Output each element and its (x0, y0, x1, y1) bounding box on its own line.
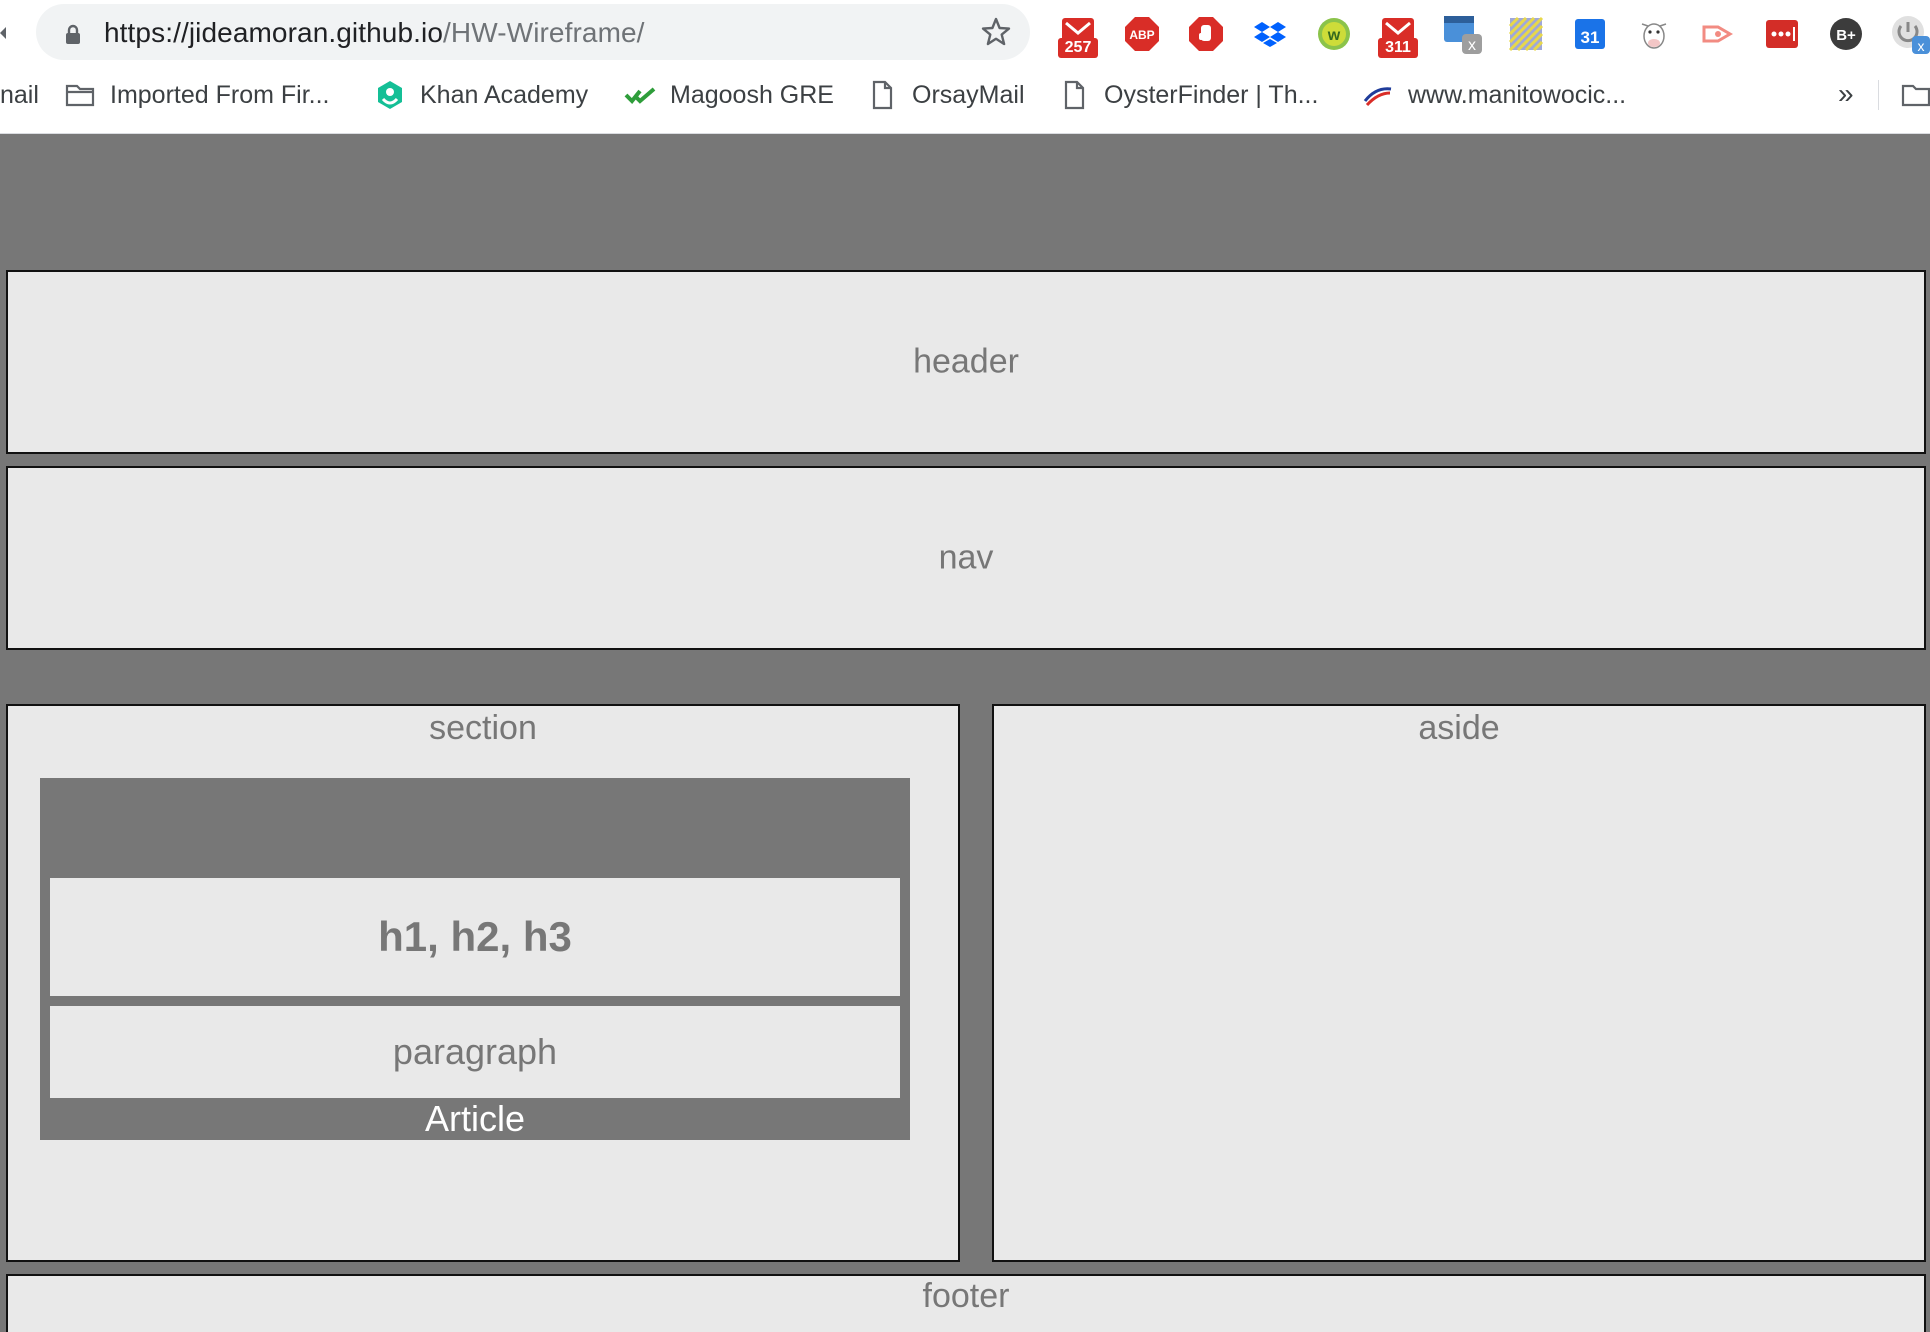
svg-text:B+: B+ (1836, 27, 1856, 44)
gmail-2-badge: 311 (1378, 38, 1418, 58)
bookmark-star-icon[interactable] (980, 16, 1012, 48)
bookmarks-bar: nail Imported From Fir... Khan Academy M… (0, 66, 1930, 134)
footer-box: footer (6, 1274, 1926, 1332)
extensions-bar: 257 ABP w 311 x 31 B+ x (1056, 12, 1930, 58)
bookmark-khan-academy[interactable]: Khan Academy (374, 66, 588, 124)
article-box: h1, h2, h3 paragraph Article (40, 778, 910, 1140)
power-extension-icon[interactable]: x (1888, 12, 1930, 56)
address-bar[interactable]: https://jideamoran.github.io/HW-Wirefram… (36, 4, 1030, 60)
aside-label: aside (1418, 709, 1500, 747)
adblock-hand-icon[interactable] (1184, 12, 1228, 56)
bookmark-mail[interactable]: nail (0, 66, 39, 124)
bookmark-orsaymail[interactable]: OrsayMail (866, 66, 1025, 124)
bookmark-magoosh[interactable]: Magoosh GRE (624, 66, 834, 124)
bookmark-oysterfinder[interactable]: OysterFinder | Th... (1058, 66, 1318, 124)
nav-label: nav (938, 538, 994, 577)
gmail-2-extension-icon[interactable]: 311 (1376, 12, 1420, 58)
svg-text:w: w (1327, 27, 1341, 44)
section-box: section h1, h2, h3 paragraph Article (6, 704, 960, 1262)
bookmark-imported-folder[interactable]: Imported From Fir... (64, 66, 329, 124)
bookmark-label: Magoosh GRE (670, 80, 834, 109)
svg-text:x: x (1918, 38, 1925, 54)
cow-extension-icon[interactable] (1632, 12, 1676, 56)
adblock-plus-icon[interactable]: ABP (1120, 12, 1164, 56)
bookmark-label: OrsayMail (912, 80, 1025, 109)
gmail-extension-icon[interactable]: 257 (1056, 12, 1100, 58)
footer-label: footer (922, 1277, 1010, 1315)
bookmark-label: Khan Academy (420, 80, 589, 109)
paragraph-label: paragraph (392, 1031, 558, 1072)
aside-box: aside (992, 704, 1926, 1262)
headings-box: h1, h2, h3 (50, 878, 900, 996)
other-bookmarks-folder-icon[interactable] (1900, 79, 1930, 111)
page-icon (872, 80, 893, 110)
lastpass-icon[interactable] (1760, 12, 1804, 56)
bookmark-manitowoc[interactable]: www.manitowocic... (1362, 66, 1626, 124)
paragraph-box: paragraph (50, 1006, 900, 1098)
back-arrow-icon (0, 27, 6, 39)
url-path: /HW-Wireframe/ (443, 17, 645, 48)
dropbox-icon[interactable] (1248, 12, 1292, 56)
cast-extension-icon[interactable] (1696, 12, 1740, 56)
bookmark-label: www.manitowocic... (1408, 80, 1627, 109)
bookmarks-overflow-button[interactable]: » (1838, 78, 1854, 110)
header-label: header (913, 342, 1019, 381)
magoosh-icon (624, 87, 656, 104)
bookmark-label: nail (0, 80, 39, 109)
bookmarks-divider (1878, 80, 1879, 110)
back-button-fragment[interactable] (0, 20, 8, 46)
article-label: Article (424, 1098, 526, 1139)
url-text[interactable]: https://jideamoran.github.io/HW-Wirefram… (104, 17, 645, 49)
folder-icon (65, 84, 95, 107)
svg-text:ABP: ABP (1129, 28, 1154, 42)
bookmark-label: Imported From Fir... (110, 80, 330, 109)
url-host: https://jideamoran.github.io (104, 17, 444, 48)
pattern-extension-icon[interactable] (1504, 12, 1548, 56)
calendar-icon[interactable]: 31 (1568, 12, 1612, 56)
bookmark-label: OysterFinder | Th... (1104, 80, 1319, 109)
svg-text:31: 31 (1581, 28, 1600, 47)
window-extension-icon[interactable]: x (1440, 12, 1484, 56)
headings-label: h1, h2, h3 (378, 913, 572, 960)
w-extension-icon[interactable]: w (1312, 12, 1356, 56)
nav-box: nav (6, 466, 1926, 650)
khan-icon (378, 81, 402, 109)
section-label: section (429, 709, 537, 747)
swoosh-icon (1363, 87, 1392, 107)
lock-icon[interactable] (62, 24, 84, 46)
page-icon (1064, 80, 1085, 110)
browser-toolbar: https://jideamoran.github.io/HW-Wirefram… (0, 0, 1930, 66)
header-box: header (6, 270, 1926, 454)
page-content: header nav section h1, h2, h3 paragraph … (0, 134, 1930, 1332)
b-plus-icon[interactable]: B+ (1824, 12, 1868, 56)
gmail-badge: 257 (1058, 38, 1098, 58)
svg-text:x: x (1468, 37, 1476, 54)
